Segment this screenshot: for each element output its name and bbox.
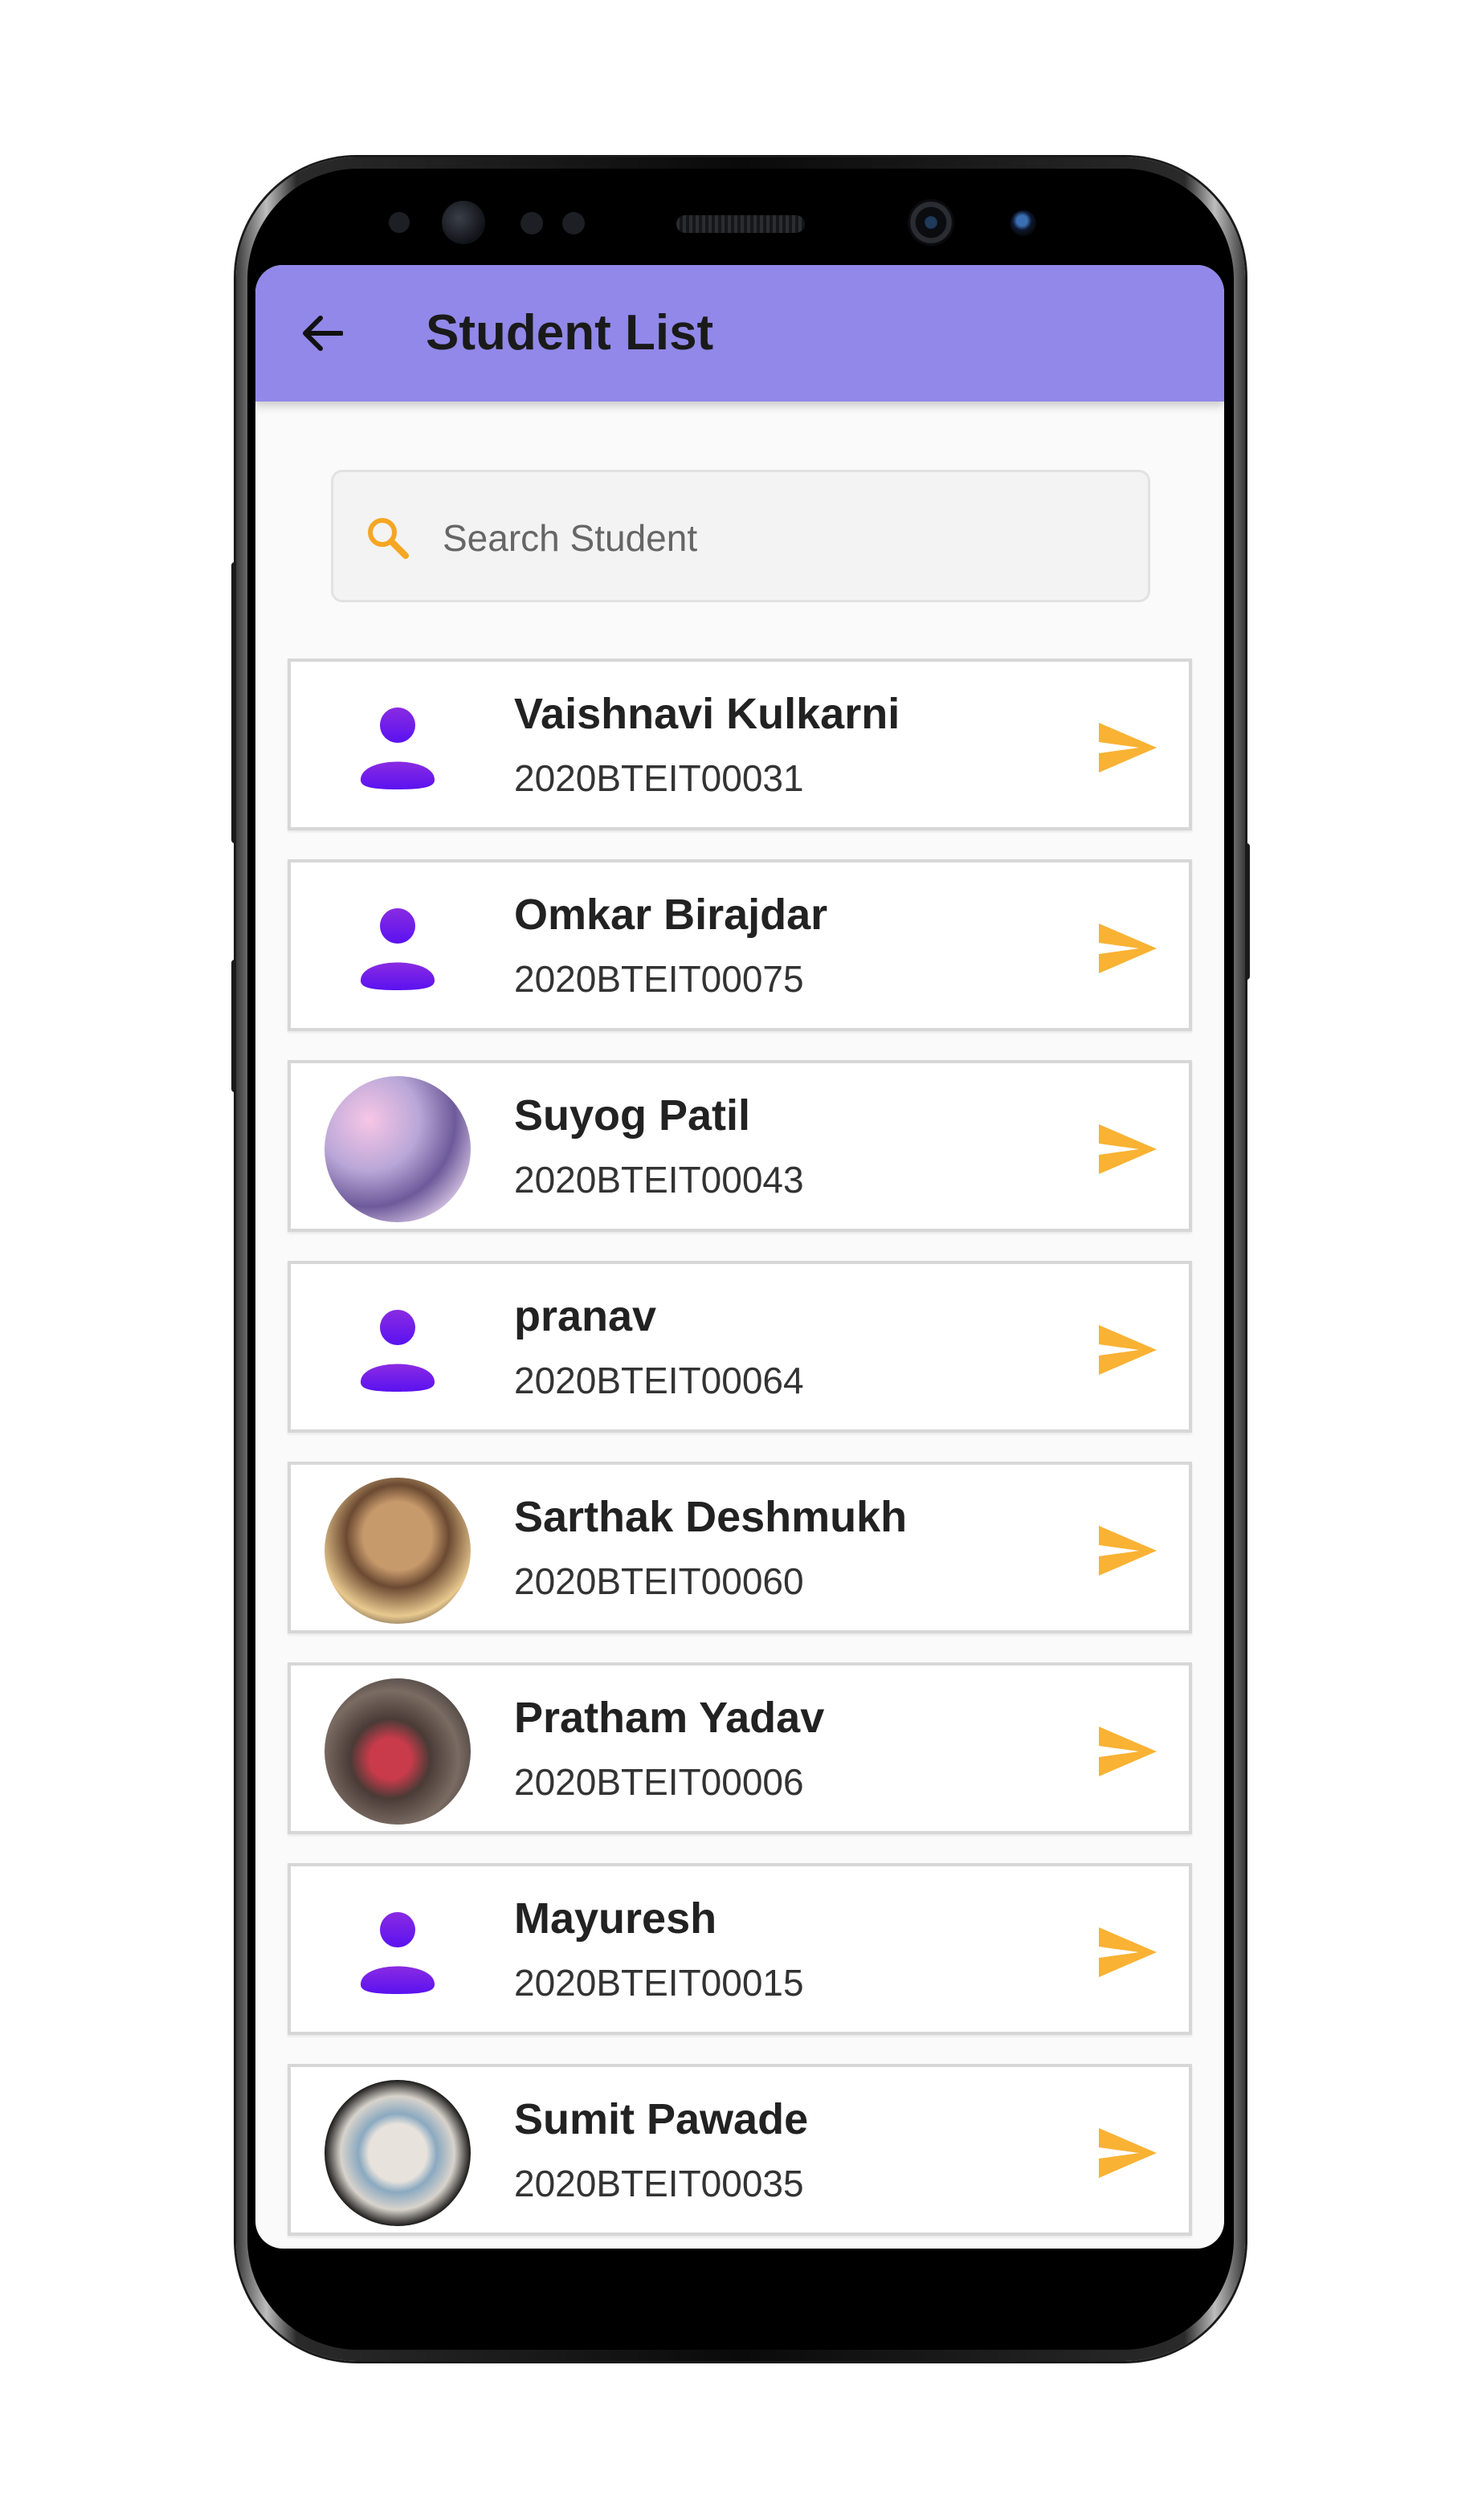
avatar-photo	[325, 1678, 471, 1825]
avatar	[325, 1879, 471, 2025]
avatar-photo	[325, 2080, 471, 2226]
avatar	[325, 1277, 471, 1423]
student-name: Mayuresh	[514, 1894, 717, 1943]
list-item[interactable]: Sarthak Deshmukh 2020BTEIT00060	[288, 1462, 1192, 1633]
student-id: 2020BTEIT00015	[514, 1962, 804, 2004]
avatar-photo	[325, 1478, 471, 1624]
page-title: Student List	[426, 305, 714, 361]
iris-sensor	[442, 201, 485, 244]
avatar	[325, 675, 471, 821]
list-item[interactable]: pranav 2020BTEIT00064	[288, 1261, 1192, 1433]
send-icon[interactable]	[1096, 1121, 1158, 1177]
list-item[interactable]: Pratham Yadav 2020BTEIT00006	[288, 1662, 1192, 1834]
student-id: 2020BTEIT00064	[514, 1360, 804, 1401]
search-box[interactable]	[331, 470, 1150, 602]
avatar	[325, 875, 471, 1021]
student-name: Suyog Patil	[514, 1091, 751, 1140]
student-id: 2020BTEIT00031	[514, 757, 804, 799]
list-item[interactable]: Sumit Pawade 2020BTEIT00035	[288, 2064, 1192, 2236]
student-id: 2020BTEIT00060	[514, 1560, 804, 1602]
proximity-sensor	[389, 212, 410, 233]
send-icon[interactable]	[1096, 1322, 1158, 1378]
student-name: Pratham Yadav	[514, 1694, 825, 1742]
student-name: Omkar Birajdar	[514, 891, 828, 939]
send-icon[interactable]	[1096, 920, 1158, 977]
send-icon[interactable]	[1096, 2125, 1158, 2181]
send-icon[interactable]	[1096, 1723, 1158, 1780]
student-name: Sumit Pawade	[514, 2095, 809, 2143]
student-id: 2020BTEIT00043	[514, 1159, 804, 1201]
person-icon	[361, 908, 435, 990]
person-icon	[361, 1912, 435, 1994]
student-id: 2020BTEIT00035	[514, 2163, 804, 2204]
light-sensor	[521, 212, 543, 234]
arrow-left-icon	[303, 316, 343, 351]
student-id: 2020BTEIT00006	[514, 1761, 804, 1803]
student-name: Vaishnavi Kulkarni	[514, 690, 900, 738]
search-icon	[368, 518, 409, 559]
search-input[interactable]	[443, 504, 1117, 572]
send-icon[interactable]	[1096, 720, 1158, 776]
person-icon	[361, 1310, 435, 1392]
earpiece-speaker	[676, 215, 805, 233]
device-frame-stage: Student List Vaishnavi Kulkarni 2020	[0, 0, 1482, 2520]
front-camera	[908, 199, 954, 246]
send-icon[interactable]	[1096, 1523, 1158, 1579]
student-name: Sarthak Deshmukh	[514, 1493, 908, 1541]
student-id: 2020BTEIT00075	[514, 958, 804, 1000]
send-icon[interactable]	[1096, 1924, 1158, 1980]
list-item[interactable]: Mayuresh 2020BTEIT00015	[288, 1863, 1192, 2035]
list-item[interactable]: Vaishnavi Kulkarni 2020BTEIT00031	[288, 659, 1192, 830]
person-icon	[361, 707, 435, 789]
light-sensor-2	[562, 212, 585, 234]
list-item[interactable]: Omkar Birajdar 2020BTEIT00075	[288, 859, 1192, 1031]
app-screen: Student List Vaishnavi Kulkarni 2020	[255, 265, 1224, 2249]
secondary-sensor	[1010, 210, 1036, 236]
student-name: pranav	[514, 1292, 657, 1340]
avatar-photo	[325, 1076, 471, 1222]
app-bar: Student List	[255, 265, 1224, 402]
list-item[interactable]: Suyog Patil 2020BTEIT00043	[288, 1060, 1192, 1232]
back-button[interactable]	[296, 307, 349, 360]
